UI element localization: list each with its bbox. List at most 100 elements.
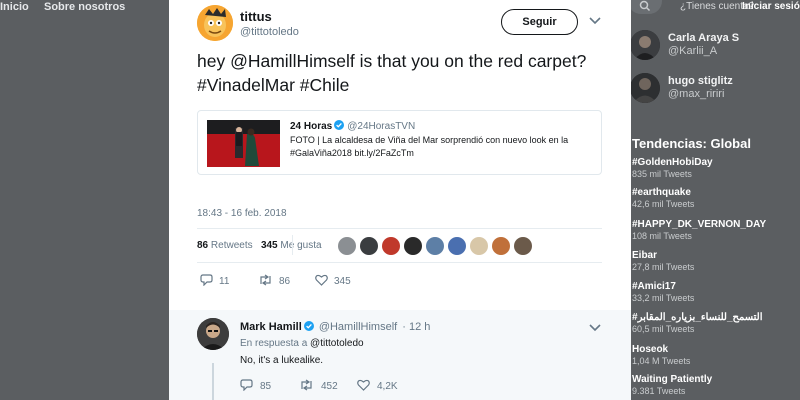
liker-avatar[interactable] xyxy=(382,237,400,255)
suggestion-handle: @max_ririri xyxy=(668,88,725,100)
search-icon xyxy=(639,0,651,12)
trend-item[interactable]: #التسمح_للنساء_بزياره_المقابر 60,5 mil Tw… xyxy=(632,312,800,334)
retweets-label[interactable]: Retweets xyxy=(211,240,253,251)
heart-icon xyxy=(357,379,370,391)
chevron-down-icon[interactable] xyxy=(589,324,601,332)
trend-name: #earthquake xyxy=(632,187,691,198)
tweet-stats: 86 Retweets 345 Me gusta xyxy=(197,240,322,251)
liker-avatar[interactable] xyxy=(470,237,488,255)
card-author-name: 24 Horas xyxy=(290,121,333,132)
trend-count: 42,6 mil Tweets xyxy=(632,199,695,209)
card-image xyxy=(207,120,280,167)
trend-item[interactable]: #HAPPY_DK_VERNON_DAY 108 mil Tweets xyxy=(632,219,800,241)
chevron-down-icon[interactable] xyxy=(589,17,601,25)
liker-avatar[interactable] xyxy=(426,237,444,255)
follow-suggestion[interactable]: Carla Araya S @Karlii_A xyxy=(630,30,800,70)
reply-mention[interactable]: @tittotoledo xyxy=(310,338,364,349)
liker-avatar[interactable] xyxy=(492,237,510,255)
reply-action[interactable]: 11 xyxy=(200,274,229,287)
like-action[interactable]: 4,2K xyxy=(357,379,398,392)
like-action[interactable]: 345 xyxy=(315,274,351,287)
trend-name: Waiting Patiently xyxy=(632,374,713,385)
trend-name: #التسمح_للنساء_بزياره_المقابر xyxy=(632,312,763,323)
likes-count[interactable]: 345 xyxy=(261,240,278,251)
reply-prefix: En respuesta a xyxy=(240,338,308,349)
trend-item[interactable]: Eibar 27,8 mil Tweets xyxy=(632,250,800,272)
suggestion-handle: @Karlii_A xyxy=(668,45,718,57)
reply-tweet: Mark Hamill @HamillHimself · 12 h En res… xyxy=(169,310,631,400)
trend-name: Hoseok xyxy=(632,344,669,355)
liker-avatar[interactable] xyxy=(448,237,466,255)
reply-context: En respuesta a @tittotoledo xyxy=(240,338,364,349)
divider xyxy=(197,228,602,229)
verified-icon xyxy=(334,120,345,130)
trend-count: 9.381 Tweets xyxy=(632,386,686,396)
like-count: 4,2K xyxy=(377,381,398,392)
nav-about-link[interactable]: Sobre nosotros xyxy=(44,1,125,13)
verified-icon xyxy=(303,321,314,331)
reply-header: Mark Hamill @HamillHimself · 12 h xyxy=(240,321,430,333)
quoted-tweet-card[interactable]: 24 Horas @24HorasTVN FOTO | La alcaldesa … xyxy=(197,110,602,175)
reply-count: 11 xyxy=(219,276,230,287)
trend-name: Eibar xyxy=(632,250,658,261)
card-author-handle: @24HorasTVN xyxy=(347,121,416,132)
retweet-icon xyxy=(260,274,271,286)
reply-text: No, it's a lukealike. xyxy=(240,355,324,366)
reply-author-name[interactable]: Mark Hamill xyxy=(240,321,302,333)
card-author: 24 Horas @24HorasTVN xyxy=(290,120,415,132)
liker-avatar[interactable] xyxy=(404,237,422,255)
trend-item[interactable]: Waiting Patiently 9.381 Tweets xyxy=(632,374,800,396)
retweet-count[interactable]: 86 xyxy=(197,240,208,251)
author-name[interactable]: tittus xyxy=(240,9,272,24)
trend-item[interactable]: #GoldenHobiDay 835 mil Tweets xyxy=(632,157,800,179)
trend-item[interactable]: Hoseok 1,04 M Tweets xyxy=(632,344,800,366)
heart-icon xyxy=(315,274,328,286)
trend-count: 108 mil Tweets xyxy=(632,231,692,241)
nav-home-link[interactable]: Inicio xyxy=(0,1,29,13)
tweet-text: hey @HamillHimself is that you on the re… xyxy=(197,51,587,95)
liker-avatar[interactable] xyxy=(360,237,378,255)
retweet-icon xyxy=(301,379,312,391)
trend-name: #Amici17 xyxy=(632,281,676,292)
likes-label[interactable]: Me gusta xyxy=(280,240,321,251)
trend-item[interactable]: #Amici17 33,2 mil Tweets xyxy=(632,281,800,303)
liker-avatar[interactable] xyxy=(338,237,356,255)
search-button[interactable] xyxy=(628,0,662,14)
retweet-count: 86 xyxy=(279,276,291,287)
thread-line xyxy=(212,363,214,400)
tweet-modal: tittus @tittotoledo Seguir hey @HamillHi… xyxy=(169,0,631,400)
suggestion-name: hugo stiglitz xyxy=(668,75,733,87)
trend-item[interactable]: #earthquake 42,6 mil Tweets xyxy=(632,187,800,209)
trend-count: 60,5 mil Tweets xyxy=(632,324,695,334)
retweet-action[interactable]: 452 xyxy=(299,379,338,392)
trend-name: #GoldenHobiDay xyxy=(632,157,713,168)
trend-count: 835 mil Tweets xyxy=(632,169,692,179)
avatar xyxy=(630,30,660,60)
reply-action[interactable]: 85 xyxy=(240,379,271,392)
tweet-timestamp[interactable]: 18:43 - 16 feb. 2018 xyxy=(197,208,287,219)
reply-author-handle[interactable]: @HamillHimself xyxy=(319,321,397,333)
like-count: 345 xyxy=(334,276,351,287)
author-handle[interactable]: @tittotoledo xyxy=(240,26,299,38)
card-text: FOTO | La alcaldesa de Viña del Mar sorp… xyxy=(290,135,569,158)
trend-count: 33,2 mil Tweets xyxy=(632,293,695,303)
reply-count: 85 xyxy=(260,381,272,392)
suggestion-name: Carla Araya S xyxy=(668,32,740,44)
follow-button[interactable]: Seguir xyxy=(501,9,578,35)
avatar xyxy=(630,73,660,103)
follow-suggestion[interactable]: hugo stiglitz @max_ririri xyxy=(630,73,800,113)
trends-title: Tendencias: Global xyxy=(632,136,751,151)
reply-time[interactable]: · 12 h xyxy=(402,321,430,333)
trend-name: #HAPPY_DK_VERNON_DAY xyxy=(632,219,767,230)
author-avatar[interactable] xyxy=(197,5,233,41)
reply-avatar[interactable] xyxy=(197,318,229,350)
liker-avatar[interactable] xyxy=(514,237,532,255)
sidebar: Carla Araya S @Karlii_A hugo stiglitz @m… xyxy=(630,16,800,400)
divider xyxy=(292,235,293,255)
retweet-count: 452 xyxy=(321,381,338,392)
login-link[interactable]: Iniciar sesión xyxy=(742,1,800,12)
reply-icon xyxy=(240,379,253,392)
trend-count: 27,8 mil Tweets xyxy=(632,262,695,272)
retweet-action[interactable]: 86 xyxy=(258,274,290,287)
trend-count: 1,04 M Tweets xyxy=(632,356,691,366)
